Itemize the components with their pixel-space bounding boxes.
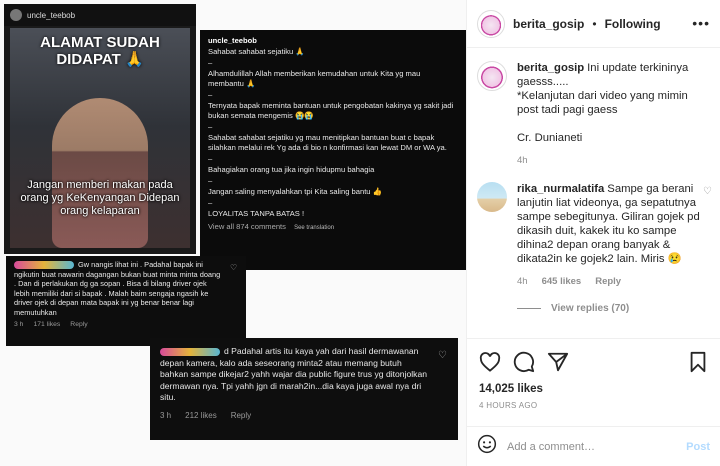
post-button[interactable]: Post <box>686 441 710 453</box>
comment-icon[interactable] <box>513 351 535 373</box>
card-username: uncle_teebob <box>208 36 257 45</box>
caption-line: – <box>208 198 213 207</box>
comment-time: 3 h <box>14 320 24 328</box>
avatar[interactable] <box>477 182 507 212</box>
caption-line: LOYALITAS TANPA BATAS ! <box>208 209 305 218</box>
caption-line: – <box>208 154 213 163</box>
bookmark-icon[interactable] <box>688 351 708 373</box>
comment-meta: 3 h 171 likes Reply <box>14 320 238 330</box>
header-username[interactable]: berita_gosip <box>513 17 584 31</box>
list-item: berita_gosip Ini update terkininya gaesss… <box>477 61 710 166</box>
heart-icon: ♡ <box>438 350 447 361</box>
instagram-post: uncle_teebob ALAMAT SUDAH DIDAPAT 🙏 Jang… <box>0 0 720 466</box>
action-icons <box>479 349 708 375</box>
caption-lines: Sahabat sahabat sejatiku 🙏 – Alhamdulillah… <box>208 47 458 219</box>
following-button[interactable]: Following <box>605 17 661 31</box>
post-timestamp: 4 HOURS AGO <box>479 401 538 410</box>
card-title: ALAMAT SUDAH DIDAPAT 🙏 <box>40 34 160 68</box>
avatar[interactable] <box>477 61 507 91</box>
card-header: uncle_teebob <box>4 4 196 26</box>
caption-line: Sahabat sahabat sejatiku 🙏 <box>208 47 305 56</box>
comment-text: Sampe ga berani lanjutin liat videonya, … <box>517 183 700 265</box>
comments-list: berita_gosip Ini update terkininya gaesss… <box>467 49 720 337</box>
comment-likes: 212 likes <box>185 410 217 420</box>
list-item: rika_nurmalatifa Sampe ga berani lanjutin… <box>477 182 712 287</box>
comment-reply: Reply <box>70 320 88 328</box>
caption-line: – <box>208 58 213 67</box>
screenshot-card-caption: uncle_teebob Sahabat sahabat sejatiku 🙏 –… <box>200 30 466 270</box>
view-all-comments: View all 874 comments <box>208 222 286 231</box>
caption-line: Jangan saling menyalahkan tpi Kita salin… <box>208 187 383 196</box>
screenshot-card-video: uncle_teebob ALAMAT SUDAH DIDAPAT 🙏 Jang… <box>4 4 196 254</box>
card-caption: Jangan memberi makan pada orang yg KeKen… <box>20 179 180 217</box>
caption-line: – <box>208 90 213 99</box>
card-footer: View all 874 comments See translation <box>208 222 458 233</box>
comment-time[interactable]: 4h <box>517 276 528 287</box>
comment-body: berita_gosip Ini update terkininya gaesss… <box>517 61 702 145</box>
separator-dot: • <box>592 16 597 31</box>
old-man-figure <box>52 98 148 248</box>
comment-likes[interactable]: 645 likes <box>542 276 582 287</box>
post-sidebar: berita_gosip • Following ••• berita_gosi… <box>467 0 720 466</box>
add-comment-bar: Add a comment… Post <box>467 426 720 466</box>
reply-button[interactable]: Reply <box>595 276 621 287</box>
view-replies-label: View replies (70) <box>551 303 630 314</box>
comment-input[interactable]: Add a comment… <box>507 441 676 453</box>
caption-line: Ternyata bapak meminta bantuan untuk pen… <box>208 101 454 120</box>
comment-reply: Reply <box>230 410 252 420</box>
heart-icon[interactable] <box>479 352 501 372</box>
see-translation: See translation <box>294 225 335 231</box>
blurred-username <box>14 261 74 270</box>
screenshot-card-comment-2: ♡ d Padahal artis itu kaya yah dari hasi… <box>150 338 458 440</box>
comment-meta: 3 h 212 likes Reply <box>160 410 448 422</box>
comment-text: Ini update terkininya gaesss..... *Kelan… <box>517 62 689 144</box>
comment-meta: 4h 645 likes Reply <box>517 276 702 287</box>
blurred-username <box>160 347 220 356</box>
likes-count[interactable]: 14,025 likes <box>479 383 708 395</box>
share-icon[interactable] <box>547 351 569 373</box>
comment-meta: 4h <box>517 155 702 166</box>
post-header: berita_gosip • Following ••• <box>467 0 720 48</box>
post-actions: 14,025 likes 4 HOURS AGO <box>467 338 720 410</box>
heart-icon[interactable]: ♡ <box>703 186 712 197</box>
comment-body: rika_nurmalatifa Sampe ga berani lanjutin… <box>517 182 702 266</box>
caption-line: Sahabat sahabat sejatiku yg mau menitipk… <box>208 133 447 152</box>
post-media[interactable]: uncle_teebob ALAMAT SUDAH DIDAPAT 🙏 Jang… <box>0 0 467 466</box>
comment-time: 3 h <box>160 410 172 420</box>
comment-time[interactable]: 4h <box>517 155 528 166</box>
emoji-icon[interactable] <box>477 434 497 459</box>
caption-line: Bahagiakan orang tua jika ingin hidupmu … <box>208 165 375 174</box>
avatar <box>10 9 22 21</box>
comment-username[interactable]: berita_gosip <box>517 62 584 74</box>
screenshot-card-comment-1: ♡ Gw nangis lihat ini . Padahal bapak in… <box>6 256 246 346</box>
caption-line: – <box>208 176 213 185</box>
caption-line: Alhamdulillah Allah memberikan kemudahan… <box>208 69 421 88</box>
avatar[interactable] <box>477 9 505 38</box>
view-replies-button[interactable]: View replies (70) <box>517 303 710 314</box>
heart-icon: ♡ <box>230 263 238 272</box>
comment-likes: 171 likes <box>33 320 61 328</box>
comment-username[interactable]: rika_nurmalatifa <box>517 183 604 195</box>
card-username: uncle_teebob <box>27 10 76 20</box>
divider <box>517 308 541 309</box>
caption-line: – <box>208 122 213 131</box>
more-horizontal-icon[interactable]: ••• <box>692 16 710 30</box>
